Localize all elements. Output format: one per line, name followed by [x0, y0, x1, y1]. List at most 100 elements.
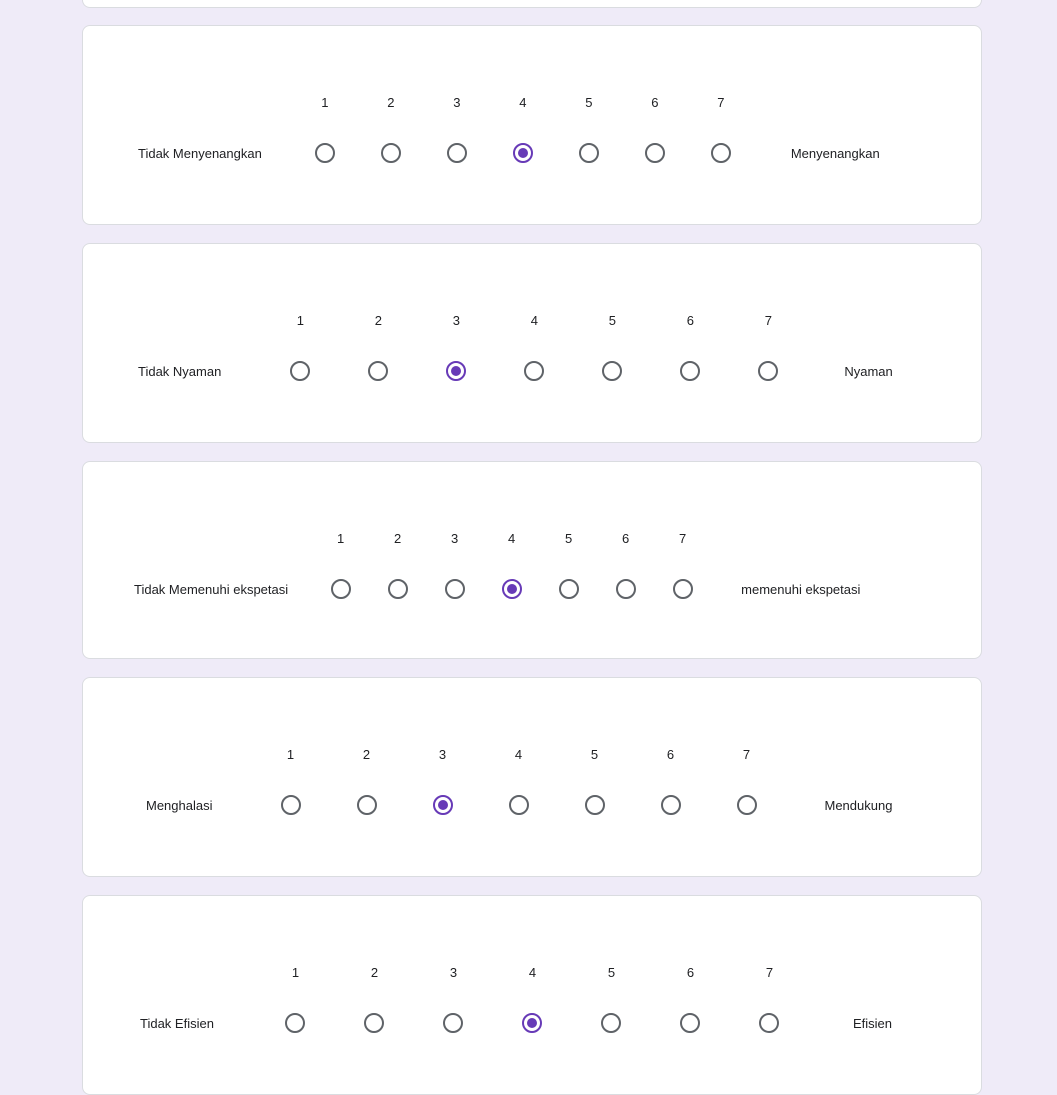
scale-option-1[interactable]: 1 [261, 312, 339, 381]
scale-option-5[interactable]: 5 [540, 530, 597, 599]
scale-option-7[interactable]: 7 [729, 312, 807, 381]
scale-option-5[interactable]: 5 [557, 746, 633, 815]
scale-option-4[interactable]: 4 [495, 312, 573, 381]
scale-number: 3 [451, 531, 459, 546]
radio-button[interactable] [314, 143, 335, 163]
radio-button[interactable] [280, 795, 301, 815]
radio-button[interactable] [615, 579, 636, 599]
scale-high-label: memenuhi ekspetasi [741, 581, 861, 597]
radio-button-selected[interactable] [446, 361, 467, 381]
scale-option-2[interactable]: 2 [358, 94, 424, 163]
scale-number: 4 [528, 965, 537, 980]
scale-number: 1 [321, 95, 329, 110]
scale-number: 5 [608, 313, 616, 328]
scale-options: 1 2 3 4 5 6 7 [292, 94, 754, 163]
linear-scale: Tidak Memenuhi ekspetasi 1 2 3 4 5 6 7 m… [83, 530, 981, 599]
scale-option-2[interactable]: 2 [339, 312, 417, 381]
scale-low-label: Tidak Memenuhi ekspetasi [134, 581, 289, 597]
radio-button[interactable] [446, 143, 467, 163]
scale-option-3[interactable]: 3 [414, 964, 493, 1033]
radio-button[interactable] [508, 795, 529, 815]
scale-option-4[interactable]: 4 [493, 964, 572, 1033]
scale-option-1[interactable]: 1 [312, 530, 369, 599]
radio-button[interactable] [672, 579, 693, 599]
scale-option-2[interactable]: 2 [369, 530, 426, 599]
radio-button-selected[interactable] [501, 579, 522, 599]
radio-button[interactable] [356, 795, 377, 815]
radio-button[interactable] [680, 1013, 701, 1033]
scale-option-2[interactable]: 2 [329, 746, 405, 815]
radio-button[interactable] [368, 361, 389, 381]
scale-number: 6 [651, 95, 659, 110]
radio-button[interactable] [387, 579, 408, 599]
radio-button-selected[interactable] [512, 143, 533, 163]
scale-number: 6 [686, 965, 695, 980]
radio-button[interactable] [680, 361, 701, 381]
scale-option-7[interactable]: 7 [688, 94, 754, 163]
radio-button[interactable] [330, 579, 351, 599]
radio-button[interactable] [602, 361, 623, 381]
scale-option-6[interactable]: 6 [651, 964, 730, 1033]
scale-number: 7 [679, 531, 687, 546]
radio-button[interactable] [758, 361, 779, 381]
radio-button[interactable] [644, 143, 665, 163]
scale-number: 7 [717, 95, 725, 110]
radio-button[interactable] [710, 143, 731, 163]
scale-option-6[interactable]: 6 [633, 746, 709, 815]
scale-option-5[interactable]: 5 [556, 94, 622, 163]
scale-option-1[interactable]: 1 [292, 94, 358, 163]
scale-number: 4 [519, 95, 527, 110]
radio-button[interactable] [380, 143, 401, 163]
radio-button[interactable] [364, 1013, 385, 1033]
scale-option-5[interactable]: 5 [572, 964, 651, 1033]
scale-option-7[interactable]: 7 [654, 530, 711, 599]
question-card-ekspetasi: Tidak Memenuhi ekspetasi 1 2 3 4 5 6 7 m… [82, 461, 982, 659]
radio-button[interactable] [578, 143, 599, 163]
scale-option-3[interactable]: 3 [426, 530, 483, 599]
radio-button[interactable] [660, 795, 681, 815]
linear-scale: Tidak Nyaman 1 2 3 4 5 6 7 Nyaman [83, 312, 981, 381]
scale-option-1[interactable]: 1 [256, 964, 335, 1033]
radio-button[interactable] [444, 579, 465, 599]
scale-option-4[interactable]: 4 [483, 530, 540, 599]
radio-button[interactable] [443, 1013, 464, 1033]
scale-options: 1 2 3 4 5 6 7 [312, 530, 711, 599]
scale-number: 4 [514, 747, 523, 762]
radio-button[interactable] [759, 1013, 780, 1033]
radio-button[interactable] [736, 795, 757, 815]
scale-option-4[interactable]: 4 [490, 94, 556, 163]
scale-option-1[interactable]: 1 [253, 746, 329, 815]
radio-button[interactable] [524, 361, 545, 381]
scale-number: 1 [296, 313, 304, 328]
radio-button[interactable] [558, 579, 579, 599]
radio-button[interactable] [285, 1013, 306, 1033]
scale-option-3[interactable]: 3 [405, 746, 481, 815]
radio-button-selected[interactable] [522, 1013, 543, 1033]
scale-option-7[interactable]: 7 [730, 964, 809, 1033]
scale-option-3[interactable]: 3 [424, 94, 490, 163]
scale-number: 2 [387, 95, 395, 110]
radio-button-selected[interactable] [432, 795, 453, 815]
radio-button[interactable] [601, 1013, 622, 1033]
previous-question-card [82, 0, 982, 8]
scale-low-label: Tidak Efisien [140, 1015, 214, 1031]
scale-number: 6 [622, 531, 630, 546]
scale-number: 7 [742, 747, 751, 762]
scale-option-2[interactable]: 2 [335, 964, 414, 1033]
scale-option-5[interactable]: 5 [573, 312, 651, 381]
scale-number: 5 [607, 965, 616, 980]
scale-number: 3 [449, 965, 458, 980]
radio-button[interactable] [290, 361, 311, 381]
scale-option-7[interactable]: 7 [709, 746, 785, 815]
scale-option-4[interactable]: 4 [481, 746, 557, 815]
scale-option-6[interactable]: 6 [622, 94, 688, 163]
scale-number: 5 [590, 747, 599, 762]
scale-option-6[interactable]: 6 [651, 312, 729, 381]
scale-number: 2 [374, 313, 382, 328]
question-card-menyenangkan: Tidak Menyenangkan 1 2 3 4 5 6 7 Menyena… [82, 25, 982, 225]
question-card-efisien: Tidak Efisien 1 2 3 4 5 6 7 Efisien [82, 895, 982, 1095]
scale-high-label: Nyaman [844, 363, 893, 379]
scale-option-3[interactable]: 3 [417, 312, 495, 381]
radio-button[interactable] [584, 795, 605, 815]
scale-option-6[interactable]: 6 [597, 530, 654, 599]
